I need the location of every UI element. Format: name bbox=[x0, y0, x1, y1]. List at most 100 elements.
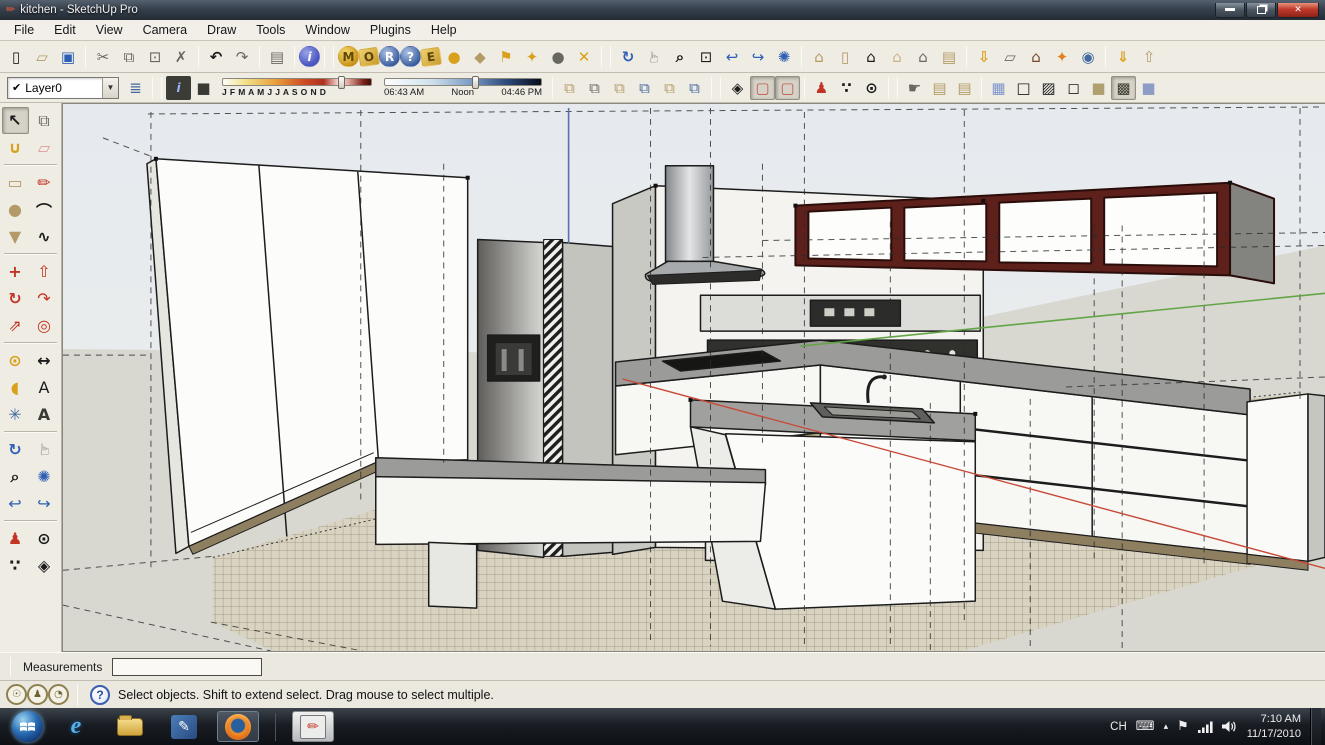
section-planes-icon[interactable]: ▢ bbox=[750, 76, 775, 100]
claim-credit-icon[interactable]: ♟ bbox=[27, 684, 48, 705]
delete-icon[interactable]: ✗ bbox=[168, 44, 194, 70]
textured-icon[interactable]: ▩ bbox=[1111, 76, 1136, 100]
title-bar[interactable]: ✏ kitchen - SketchUp Pro ✕ bbox=[0, 0, 1325, 20]
show-desktop-button[interactable] bbox=[1310, 708, 1321, 745]
add-location-icon[interactable]: ✦ bbox=[1049, 44, 1075, 70]
style-b-icon[interactable]: ⧉ bbox=[582, 76, 607, 100]
arc-tool-icon[interactable]: ⌒ bbox=[31, 196, 58, 223]
keyboard-icon[interactable]: ⌨ bbox=[1136, 719, 1155, 734]
share-model-icon[interactable]: ⇧ bbox=[1136, 44, 1162, 70]
pan-icon[interactable]: ☞ bbox=[641, 44, 667, 70]
plugin-bell-icon[interactable]: ✦ bbox=[519, 44, 545, 70]
menu-edit[interactable]: Edit bbox=[44, 20, 86, 40]
make-component-icon[interactable]: ⧉ bbox=[31, 107, 58, 134]
layer-manager-icon[interactable]: ≣ bbox=[123, 76, 148, 100]
plugin-m-icon[interactable]: M bbox=[338, 46, 359, 67]
taskbar-paint-button[interactable]: ✎ bbox=[163, 711, 205, 742]
zoom-tool-icon[interactable]: ⌕ bbox=[2, 463, 29, 490]
view-right-icon[interactable]: ▤ bbox=[936, 44, 962, 70]
action-center-icon[interactable]: ⚑ bbox=[1177, 719, 1189, 734]
view-back-icon[interactable]: ⌂ bbox=[910, 44, 936, 70]
section-cuts-icon[interactable]: ▢ bbox=[775, 76, 800, 100]
volume-icon[interactable] bbox=[1222, 720, 1238, 733]
plugin-gray-sphere-icon[interactable]: ● bbox=[545, 44, 571, 70]
protractor-tool-icon[interactable]: ◖ bbox=[2, 374, 29, 401]
plugin-o-icon[interactable]: O bbox=[358, 46, 380, 67]
dimension-tool-icon[interactable]: ↔ bbox=[31, 347, 58, 374]
orbit-tool-icon[interactable]: ↻ bbox=[2, 436, 29, 463]
plugin-e-icon[interactable]: E bbox=[420, 46, 442, 67]
right-end-cabinet[interactable] bbox=[1247, 394, 1325, 570]
start-button[interactable] bbox=[12, 711, 43, 742]
style-f-icon[interactable]: ⧉ bbox=[682, 76, 707, 100]
push-pull-tool-icon[interactable]: ⇧ bbox=[31, 258, 58, 285]
toggle-terrain-icon[interactable]: ▱ bbox=[997, 44, 1023, 70]
google-earth-icon[interactable]: ◉ bbox=[1075, 44, 1101, 70]
menu-draw[interactable]: Draw bbox=[197, 20, 246, 40]
restore-button[interactable] bbox=[1246, 3, 1276, 18]
plugin-diamond-icon[interactable]: ◆ bbox=[467, 44, 493, 70]
menu-view[interactable]: View bbox=[86, 20, 133, 40]
back-edges-icon[interactable]: ▨ bbox=[1036, 76, 1061, 100]
zoom-extents-tool-icon[interactable]: ✺ bbox=[31, 463, 58, 490]
layer-dropdown[interactable]: ✔ Layer0 ▼ bbox=[7, 77, 119, 99]
move-tool-icon[interactable]: + bbox=[2, 258, 29, 285]
text-tool-icon[interactable]: A bbox=[31, 374, 58, 401]
line-tool-icon[interactable]: ✏ bbox=[31, 169, 58, 196]
shadow-date-slider[interactable]: J F M A M J J A S O N D bbox=[222, 78, 372, 97]
paint-bucket-icon[interactable]: ∪ bbox=[2, 134, 29, 161]
style-d-icon[interactable]: ⧉ bbox=[632, 76, 657, 100]
plugin-r-icon[interactable]: R bbox=[379, 46, 400, 67]
menu-window[interactable]: Window bbox=[295, 20, 359, 40]
style-c-icon[interactable]: ⧉ bbox=[607, 76, 632, 100]
shadow-toggle-icon[interactable]: ■ bbox=[191, 76, 216, 100]
view-iso-icon[interactable]: ⌂ bbox=[806, 44, 832, 70]
walk-icon[interactable]: ∵ bbox=[834, 76, 859, 100]
get-current-view-icon[interactable]: ⇩ bbox=[971, 44, 997, 70]
show-hidden-icons[interactable]: ▴ bbox=[1164, 722, 1169, 732]
shadow-time-slider[interactable]: 06:43 AM Noon 04:46 PM bbox=[384, 78, 542, 98]
compass-icon[interactable]: ◈ bbox=[725, 76, 750, 100]
zoom-previous-icon[interactable]: ↩ bbox=[719, 44, 745, 70]
language-indicator[interactable]: CH bbox=[1110, 721, 1127, 733]
scale-tool-icon[interactable]: ⇗ bbox=[2, 312, 29, 339]
polygon-tool-icon[interactable]: ▼ bbox=[2, 223, 29, 250]
previous-view-icon[interactable]: ↩ bbox=[2, 490, 29, 517]
zoom-next-icon[interactable]: ↪ bbox=[745, 44, 771, 70]
view-front-icon[interactable]: ⌂ bbox=[858, 44, 884, 70]
zoom-window-icon[interactable]: ⊡ bbox=[693, 44, 719, 70]
taskbar-sketchup-button[interactable]: ✏ bbox=[292, 711, 334, 742]
compass-tool-icon[interactable]: ◈ bbox=[31, 552, 58, 579]
plugin-flag-icon[interactable]: ⚑ bbox=[493, 44, 519, 70]
plugin-cross-icon[interactable]: ✕ bbox=[571, 44, 597, 70]
orbit-icon[interactable]: ↻ bbox=[615, 44, 641, 70]
open-icon[interactable]: ▱ bbox=[29, 44, 55, 70]
geolocation-icon[interactable]: ☉ bbox=[6, 684, 27, 705]
rotate-tool-icon[interactable]: ↻ bbox=[2, 285, 29, 312]
close-button[interactable]: ✕ bbox=[1277, 3, 1319, 18]
viewport-3d[interactable] bbox=[62, 103, 1325, 652]
taskbar-firefox-button[interactable] bbox=[217, 711, 259, 742]
get-models-icon[interactable]: ⇓ bbox=[1110, 44, 1136, 70]
menu-camera[interactable]: Camera bbox=[133, 20, 197, 40]
offset-tool-icon[interactable]: ◎ bbox=[31, 312, 58, 339]
undo-icon[interactable]: ↶ bbox=[203, 44, 229, 70]
entity-list-b-icon[interactable]: ▤ bbox=[952, 76, 977, 100]
zoom-extents-icon[interactable]: ✺ bbox=[771, 44, 797, 70]
style-e-icon[interactable]: ⧉ bbox=[657, 76, 682, 100]
model-canvas[interactable] bbox=[63, 104, 1325, 651]
new-icon[interactable]: ▯ bbox=[3, 44, 29, 70]
context-help-icon[interactable]: ? bbox=[90, 685, 110, 705]
view-top-icon[interactable]: ⌂ bbox=[884, 44, 910, 70]
follow-me-tool-icon[interactable]: ↷ bbox=[31, 285, 58, 312]
view-left-icon[interactable]: ▯ bbox=[832, 44, 858, 70]
menu-tools[interactable]: Tools bbox=[246, 20, 295, 40]
zoom-icon[interactable]: ⌕ bbox=[667, 44, 693, 70]
monochrome-icon[interactable]: ■ bbox=[1136, 76, 1161, 100]
3d-text-tool-icon[interactable]: A bbox=[31, 401, 58, 428]
xray-icon[interactable]: ▦ bbox=[986, 76, 1011, 100]
style-a-icon[interactable]: ⧉ bbox=[557, 76, 582, 100]
plugin-help-icon[interactable]: ? bbox=[400, 46, 421, 67]
network-icon[interactable] bbox=[1198, 721, 1213, 733]
date-slider-track[interactable] bbox=[222, 78, 372, 86]
